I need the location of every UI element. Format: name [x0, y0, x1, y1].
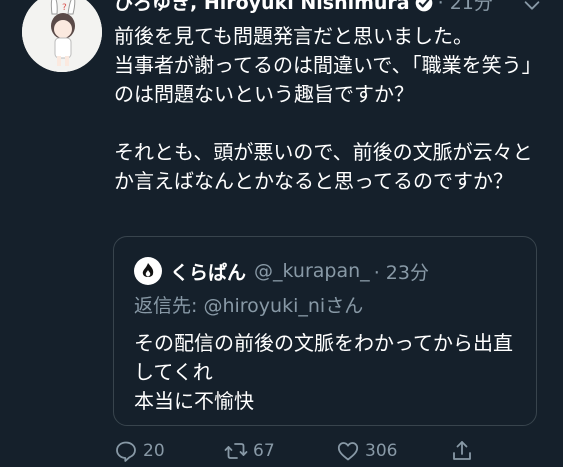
tweet-action-bar: 20 67 306 [114, 439, 554, 467]
tweet-timestamp[interactable]: · 21分 [438, 0, 493, 18]
share-icon [453, 441, 471, 460]
quoted-tweet[interactable]: くらぱん @_kurapan_ · 23分 返信先: @hiroyuki_niさ… [113, 236, 537, 426]
like-count: 306 [365, 441, 398, 461]
reply-to-suffix: さん [325, 295, 364, 317]
reply-to-label: 返信先: [134, 295, 204, 317]
quoted-tweet-text: その配信の前後の文脈をわかってから出直してくれ 本当に不愉快 [134, 331, 513, 413]
reply-button[interactable]: 20 [114, 439, 165, 463]
author-avatar[interactable]: ? [22, 0, 102, 72]
flame-icon [142, 263, 154, 277]
reply-count: 20 [143, 441, 165, 461]
quoted-author-handle: @_kurapan_ [254, 260, 370, 282]
reply-icon [116, 441, 136, 462]
retweet-button[interactable]: 67 [224, 439, 275, 463]
retweet-icon [224, 443, 248, 459]
tweet-paragraph: 前後を見ても問題発言だと思いました。 当事者が謝ってるのは間違いで、「職業を笑う… [114, 24, 542, 106]
svg-text:?: ? [62, 3, 67, 13]
quoted-timestamp: · 23分 [373, 261, 429, 284]
retweet-count: 67 [253, 441, 275, 461]
quoted-tweet-header: くらぱん @_kurapan_ · 23分 [134, 255, 429, 287]
author-display-name[interactable]: ひろゆき, Hiroyuki Nishimura [114, 0, 410, 18]
reply-to-handle[interactable]: @hiroyuki_ni [203, 295, 325, 317]
tweet-paragraph: それとも、頭が悪いので、前後の文脈が云々とか言えばなんとかなると思ってるのですか… [114, 140, 533, 193]
tweet-text: 前後を見ても問題発言だと思いました。 当事者が謝ってるのは間違いで、「職業を笑う… [114, 22, 544, 196]
reply-to-line: 返信先: @hiroyuki_niさん [134, 291, 363, 318]
like-icon [337, 442, 359, 461]
share-button[interactable] [450, 439, 479, 463]
tweet-header: ひろゆき, Hiroyuki Nishimura · 21分 [114, 0, 493, 18]
avatar-illustration: ? [22, 0, 102, 72]
chevron-down-icon[interactable] [521, 0, 543, 16]
quoted-author-avatar [134, 257, 162, 285]
quoted-author-name: くらぱん [170, 261, 247, 284]
like-button[interactable]: 306 [336, 439, 397, 463]
verified-badge-icon [415, 0, 432, 12]
